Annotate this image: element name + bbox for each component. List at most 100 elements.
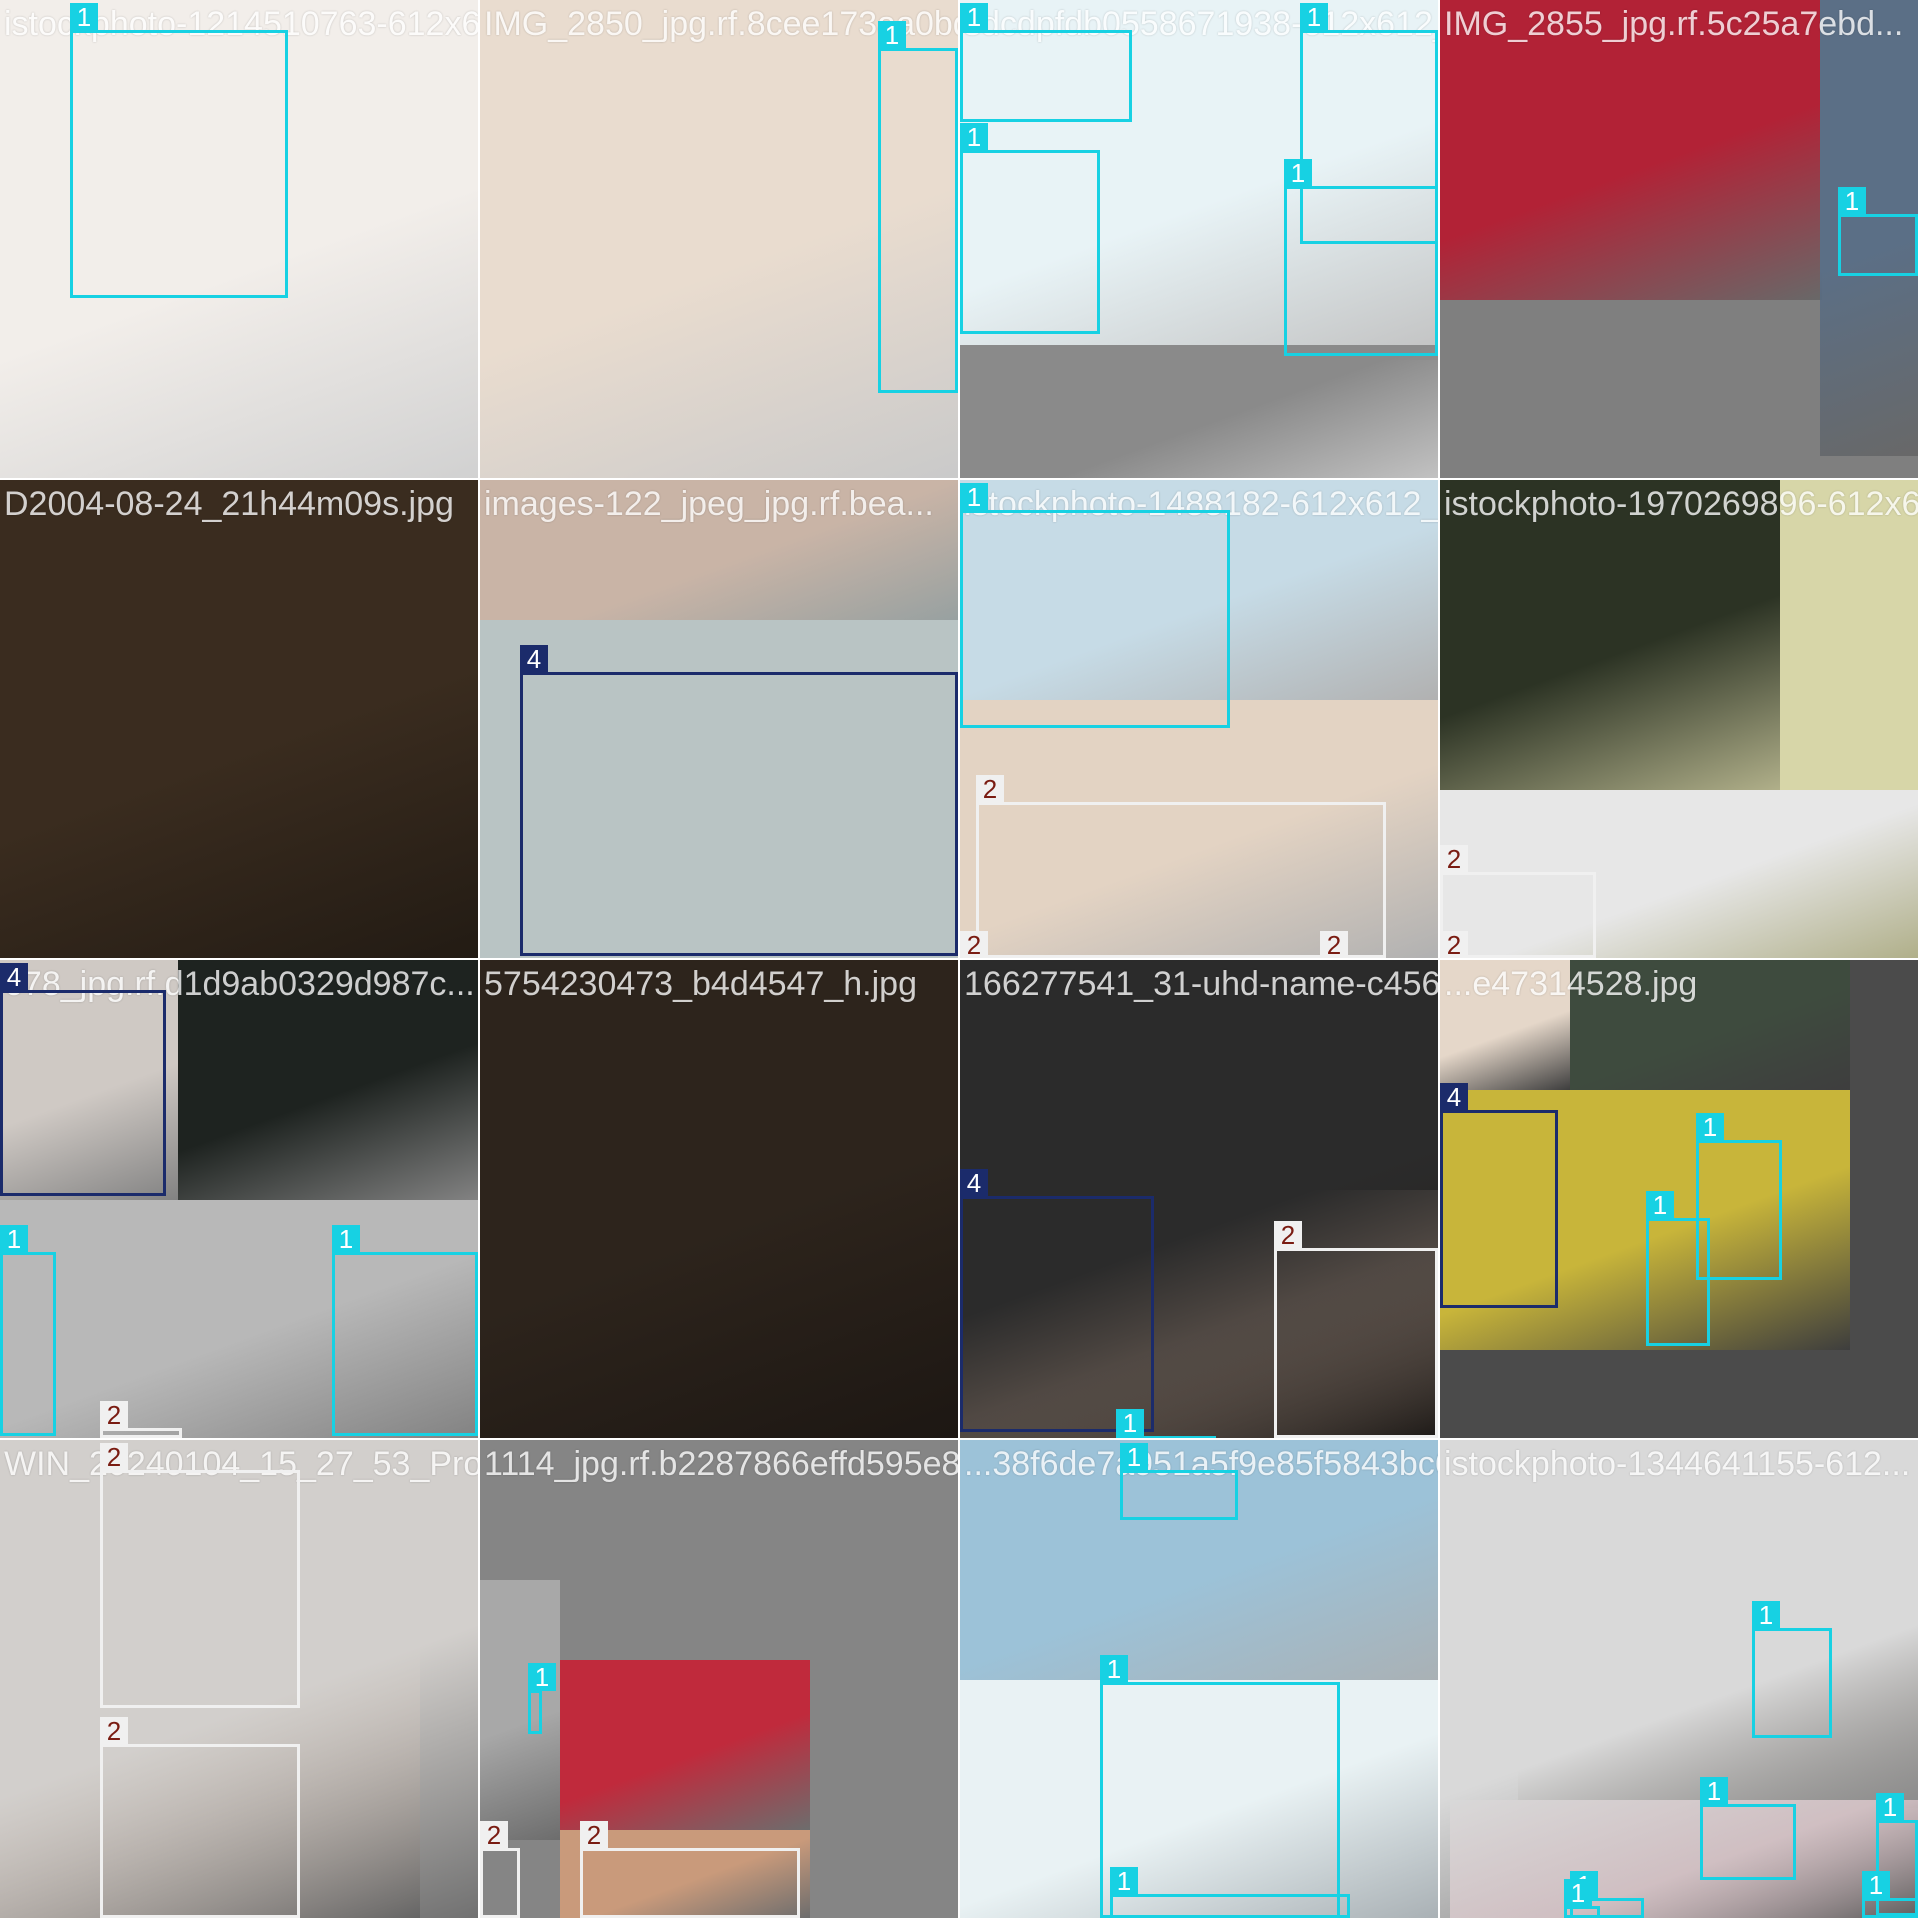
tile-filename: istockphoto-1344641155-612... xyxy=(1444,1445,1911,1483)
mosaic-tile: 1114_jpg.rf.b2287866effd595e8... 1 2 2 xyxy=(480,1440,958,1918)
bounding-box: 1 xyxy=(1646,1191,1710,1346)
tile-filename: images-122_jpeg_jpg.rf.bea... xyxy=(484,485,934,523)
box-class-label: 4 xyxy=(960,1169,988,1197)
bounding-box: 4 xyxy=(520,645,958,956)
tile-filename: istockphoto-1970269896-612x612... xyxy=(1444,485,1918,523)
box-class-label: 4 xyxy=(0,963,28,991)
hazmat-photo xyxy=(480,1580,560,1840)
box-class-label: 1 xyxy=(1646,1191,1674,1219)
box-class-label: 4 xyxy=(520,645,548,673)
box-class-label: 1 xyxy=(332,1225,360,1253)
bounding-box: 2 xyxy=(480,1821,520,1918)
box-class-label: 1 xyxy=(1110,1867,1138,1895)
box-class-label: 1 xyxy=(960,3,988,31)
box-class-label: 1 xyxy=(0,1225,28,1253)
box-class-label: 1 xyxy=(1752,1601,1780,1629)
roses-photo xyxy=(1440,0,1822,300)
mosaic-tile: 5754230473_b4d4547_h.jpg xyxy=(480,960,958,1438)
grid-divider-horizontal xyxy=(0,958,1920,960)
bounding-box: 1 xyxy=(70,3,288,298)
box-class-label: 1 xyxy=(1696,1113,1724,1141)
box-class-label: 2 xyxy=(976,775,1004,803)
box-class-label: 1 xyxy=(1862,1871,1890,1899)
box-class-label: 1 xyxy=(960,483,988,511)
bounding-box: 1 xyxy=(960,483,1230,728)
tile-filename: 5754230473_b4d4547_h.jpg xyxy=(484,965,918,1003)
bounding-box: 1 xyxy=(0,1225,56,1436)
box-class-label: 1 xyxy=(1700,1777,1728,1805)
bounding-box: 1 xyxy=(960,3,1132,122)
bounding-box: 1 xyxy=(1862,1871,1918,1918)
box-class-label: 1 xyxy=(1284,159,1312,187)
bounding-box: 1 xyxy=(1284,159,1438,356)
bounding-box: 1 xyxy=(1752,1601,1832,1738)
grid-divider-vertical xyxy=(478,0,480,1920)
grid-divider-horizontal xyxy=(0,478,1920,480)
box-class-label: 1 xyxy=(1564,1879,1592,1907)
tile-filename: ...e47314528.jpg xyxy=(1444,965,1698,1003)
bounding-box: 4 xyxy=(960,1169,1154,1432)
box-class-label: 2 xyxy=(1440,931,1468,958)
box-class-label: 1 xyxy=(1300,3,1328,31)
bounding-box: 2 xyxy=(580,1821,800,1918)
tile-filename: 166277541_31-uhd-name-c456025836-... xyxy=(964,965,1438,1003)
eiffel-fountains-photo xyxy=(1440,480,1780,790)
box-class-label: 1 xyxy=(1120,1443,1148,1471)
bounding-box: 1 xyxy=(1110,1867,1350,1918)
box-class-label: 1 xyxy=(960,123,988,151)
grid-divider-vertical xyxy=(958,0,960,1920)
mosaic-tile: sdcdpfdb0558671938-612x612_jpg.rf...1111 xyxy=(960,0,1438,478)
grid-divider-horizontal xyxy=(0,1438,1920,1440)
bounding-box: 1 xyxy=(332,1225,478,1436)
bounding-box: 2 xyxy=(100,1443,300,1708)
box-class-label: 4 xyxy=(1440,1083,1468,1111)
box-class-label: 1 xyxy=(528,1663,556,1691)
box-class-label: 2 xyxy=(1320,931,1348,958)
tile-filename: 1114_jpg.rf.b2287866effd595e8... xyxy=(484,1445,958,1483)
bounding-box: 2 xyxy=(100,1717,300,1918)
box-class-label: 1 xyxy=(878,21,906,49)
bounding-box: 1 xyxy=(878,21,958,393)
bounding-box: 4 xyxy=(0,963,166,1196)
tile-filename: D2004-08-24_21h44m09s.jpg xyxy=(4,485,454,523)
bounding-box: 4 xyxy=(1440,1083,1558,1308)
bounding-box: 1 xyxy=(1700,1777,1796,1880)
box-class-label: 2 xyxy=(580,1821,608,1849)
box-class-label: 1 xyxy=(1876,1793,1904,1821)
bounding-box: 2 xyxy=(1274,1221,1438,1438)
mosaic-tile: WIN_20240104_15_27_53_Pro_jpg...22 xyxy=(0,1440,478,1918)
box-class-label: 2 xyxy=(1274,1221,1302,1249)
box-class-label: 1 xyxy=(1116,1409,1144,1437)
mosaic-tile: IMG_2855_jpg.rf.5c25a7ebd... 1 xyxy=(1440,0,1918,478)
box-class-label: 2 xyxy=(960,931,988,958)
box-class-label: 1 xyxy=(70,3,98,31)
bounding-box: 1 xyxy=(1120,1443,1238,1520)
mosaic-tile: 678_jpg.rf.d1d9ab0329d987c... 4 1 1 2 xyxy=(0,960,478,1438)
hallway-photo xyxy=(960,345,1438,478)
eiffel-tower-night-photo xyxy=(0,480,478,958)
mosaic-tile: 166277541_31-uhd-name-c456025836-... 4 2 1 xyxy=(960,960,1438,1438)
box-class-label: 2 xyxy=(1440,845,1468,873)
mosaic-tile: istockphoto-1488182-612x612_jpg...1222 xyxy=(960,480,1438,958)
box-class-label: 2 xyxy=(100,1401,128,1429)
bounding-box: 1 xyxy=(960,123,1100,334)
box-class-label: 1 xyxy=(1838,187,1866,215)
mosaic-tile: images-122_jpeg_jpg.rf.bea... 4 xyxy=(480,480,958,958)
mosaic-tile: ...e47314528.jpg 4 1 1 xyxy=(1440,960,1918,1438)
mosaic-tile: IMG_2850_jpg.rf.8cee173aa0bd... 1 xyxy=(480,0,958,478)
mosaic-tile: istockphoto-1214510763-612x612_jpg.rf.e.… xyxy=(0,0,478,478)
mosaic-tile: istockphoto-1344641155-612...111111 xyxy=(1440,1440,1918,1918)
mosaic-grid: istockphoto-1214510763-612x612_jpg.rf.e.… xyxy=(0,0,1920,1920)
box-class-label: 1 xyxy=(1100,1655,1128,1683)
mosaic-tile: ...38f6de7a951a5f9e85f5843bc6374...111 xyxy=(960,1440,1438,1918)
bounding-box: 1 xyxy=(528,1663,556,1734)
box-class-label: 2 xyxy=(100,1443,128,1471)
tile-filename: IMG_2855_jpg.rf.5c25a7ebd... xyxy=(1444,5,1904,43)
box-class-label: 2 xyxy=(100,1717,128,1745)
bounding-box: 1 xyxy=(1838,187,1918,276)
mosaic-tile: D2004-08-24_21h44m09s.jpg xyxy=(0,480,478,958)
roses-small-photo xyxy=(560,1660,810,1830)
eiffel-tower-full-photo xyxy=(480,960,958,1438)
bounding-box: 1 xyxy=(1564,1879,1600,1918)
mosaic-tile: istockphoto-1970269896-612x612... 2 2 xyxy=(1440,480,1918,958)
